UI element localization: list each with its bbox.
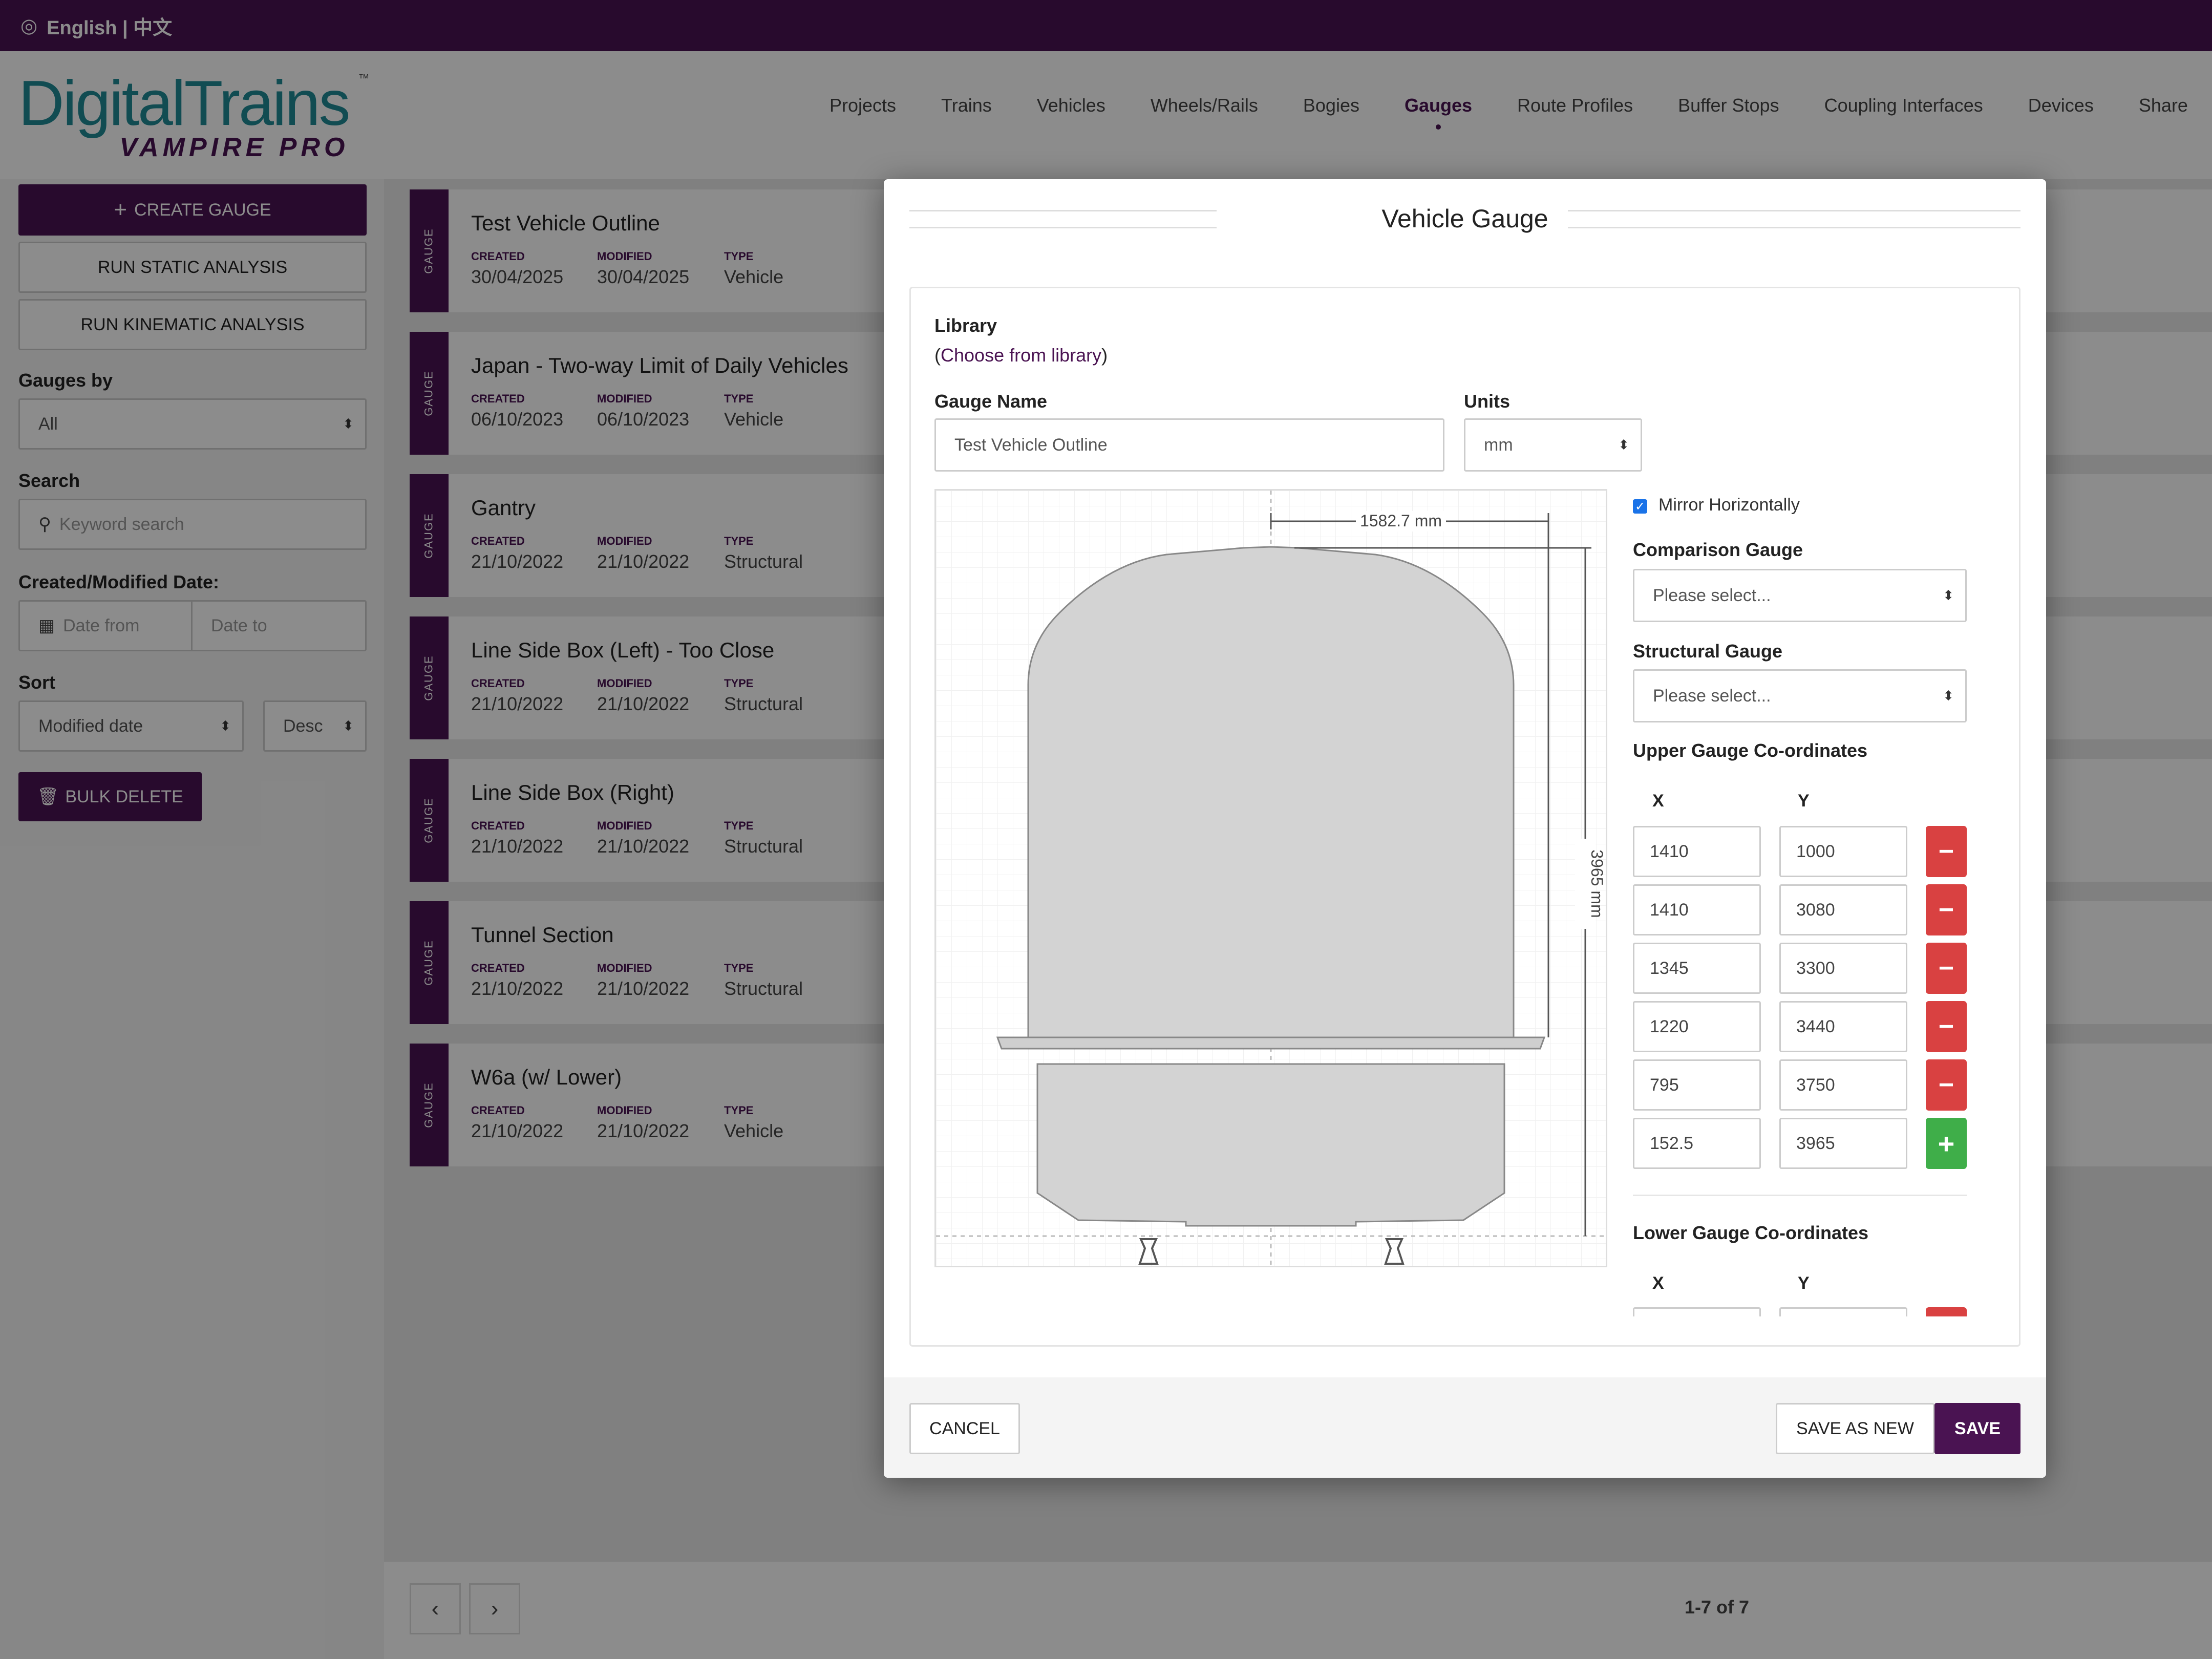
upper-x-input[interactable]: 1220 — [1633, 1001, 1761, 1052]
lower-y-input[interactable] — [1779, 1307, 1907, 1316]
height-dimension-label: 3965 mm — [1588, 849, 1606, 918]
upper-x-input[interactable]: 795 — [1633, 1059, 1761, 1111]
upper-y-input[interactable]: 3300 — [1779, 943, 1907, 994]
units-select[interactable]: mm ⬍ — [1464, 418, 1642, 472]
comparison-gauge-label: Comparison Gauge — [1633, 539, 1803, 560]
library-label: Library — [934, 315, 997, 336]
right-rail-icon — [1384, 1238, 1405, 1265]
upper-y-input[interactable]: 3965 — [1779, 1118, 1907, 1169]
remove-row-button[interactable] — [1926, 1307, 1967, 1316]
upper-gauge-outline — [1027, 546, 1515, 1038]
upper-y-input[interactable]: 3080 — [1779, 884, 1907, 935]
minus-icon: − — [1938, 837, 1954, 866]
upper-x-input[interactable]: 1410 — [1633, 884, 1761, 935]
vehicle-gauge-modal: Vehicle Gauge Library (Choose from libra… — [884, 179, 2046, 1478]
lower-coords-label: Lower Gauge Co-ordinates — [1633, 1222, 1869, 1243]
structural-gauge-select[interactable]: Please select... ⬍ — [1633, 669, 1967, 722]
comparison-gauge-select[interactable]: Please select... ⬍ — [1633, 569, 1967, 622]
cancel-button[interactable]: CANCEL — [909, 1403, 1020, 1454]
minus-icon: − — [1938, 1070, 1954, 1100]
gauge-preview-canvas[interactable]: 1582.7 mm 3965 mm — [934, 489, 1607, 1267]
select-caret-icon: ⬍ — [1943, 587, 1954, 603]
remove-row-button[interactable]: − — [1926, 826, 1967, 877]
left-rail-icon — [1138, 1238, 1159, 1265]
gauge-shoulder — [996, 1036, 1546, 1050]
upper-y-input[interactable]: 3440 — [1779, 1001, 1907, 1052]
x-column-header: X — [1652, 1273, 1664, 1293]
structural-gauge-value: Please select... — [1653, 686, 1771, 706]
lower-gauge-outline — [1036, 1063, 1505, 1227]
save-as-new-button[interactable]: SAVE AS NEW — [1776, 1403, 1934, 1454]
upper-y-input[interactable]: 3750 — [1779, 1059, 1907, 1111]
gauge-name-input[interactable]: Test Vehicle Outline — [934, 418, 1444, 472]
upper-x-input[interactable]: 1410 — [1633, 826, 1761, 877]
check-icon: ✓ — [1634, 499, 1646, 514]
structural-gauge-label: Structural Gauge — [1633, 641, 1783, 662]
library-paren-close: ) — [1101, 345, 1108, 366]
upper-x-input[interactable]: 1345 — [1633, 943, 1761, 994]
mirror-label[interactable]: Mirror Horizontally — [1658, 495, 1800, 515]
gauge-preview-svg: 1582.7 mm 3965 mm — [936, 491, 1606, 1266]
upper-y-input[interactable]: 1000 — [1779, 826, 1907, 877]
gauge-name-label: Gauge Name — [934, 391, 1048, 412]
y-column-header: Y — [1798, 791, 1810, 811]
lower-x-input[interactable] — [1633, 1307, 1761, 1316]
comparison-gauge-value: Please select... — [1653, 585, 1771, 605]
minus-icon: − — [1938, 953, 1954, 983]
save-button[interactable]: SAVE — [1934, 1403, 2020, 1454]
modal-footer: CANCEL SAVE AS NEW SAVE — [884, 1377, 2046, 1478]
remove-row-button[interactable]: − — [1926, 1059, 1967, 1111]
remove-row-button[interactable]: − — [1926, 943, 1967, 994]
plus-icon: + — [1938, 1127, 1955, 1160]
select-caret-icon: ⬍ — [1943, 688, 1954, 704]
upper-x-input[interactable]: 152.5 — [1633, 1118, 1761, 1169]
mirror-checkbox[interactable]: ✓ — [1633, 499, 1647, 514]
width-dimension-label: 1582.7 mm — [1360, 512, 1442, 530]
add-row-button[interactable]: + — [1926, 1118, 1967, 1169]
upper-coords-label: Upper Gauge Co-ordinates — [1633, 740, 1868, 761]
remove-row-button[interactable]: − — [1926, 1001, 1967, 1052]
y-column-header: Y — [1798, 1273, 1810, 1293]
modal-title: Vehicle Gauge — [1381, 204, 1548, 233]
library-link-wrapper: (Choose from library) — [934, 345, 1108, 366]
library-paren-open: ( — [934, 345, 941, 366]
modal-body: Library (Choose from library) Gauge Name… — [909, 287, 2020, 1347]
units-label: Units — [1464, 391, 1510, 412]
choose-from-library-link[interactable]: Choose from library — [941, 345, 1101, 366]
minus-icon: − — [1938, 895, 1954, 925]
lower-coords-clip — [1633, 1307, 1967, 1316]
remove-row-button[interactable]: − — [1926, 884, 1967, 935]
x-column-header: X — [1652, 791, 1664, 811]
coords-divider — [1633, 1195, 1967, 1196]
minus-icon: − — [1938, 1012, 1954, 1041]
select-caret-icon: ⬍ — [1618, 437, 1629, 453]
units-value: mm — [1484, 435, 1513, 455]
